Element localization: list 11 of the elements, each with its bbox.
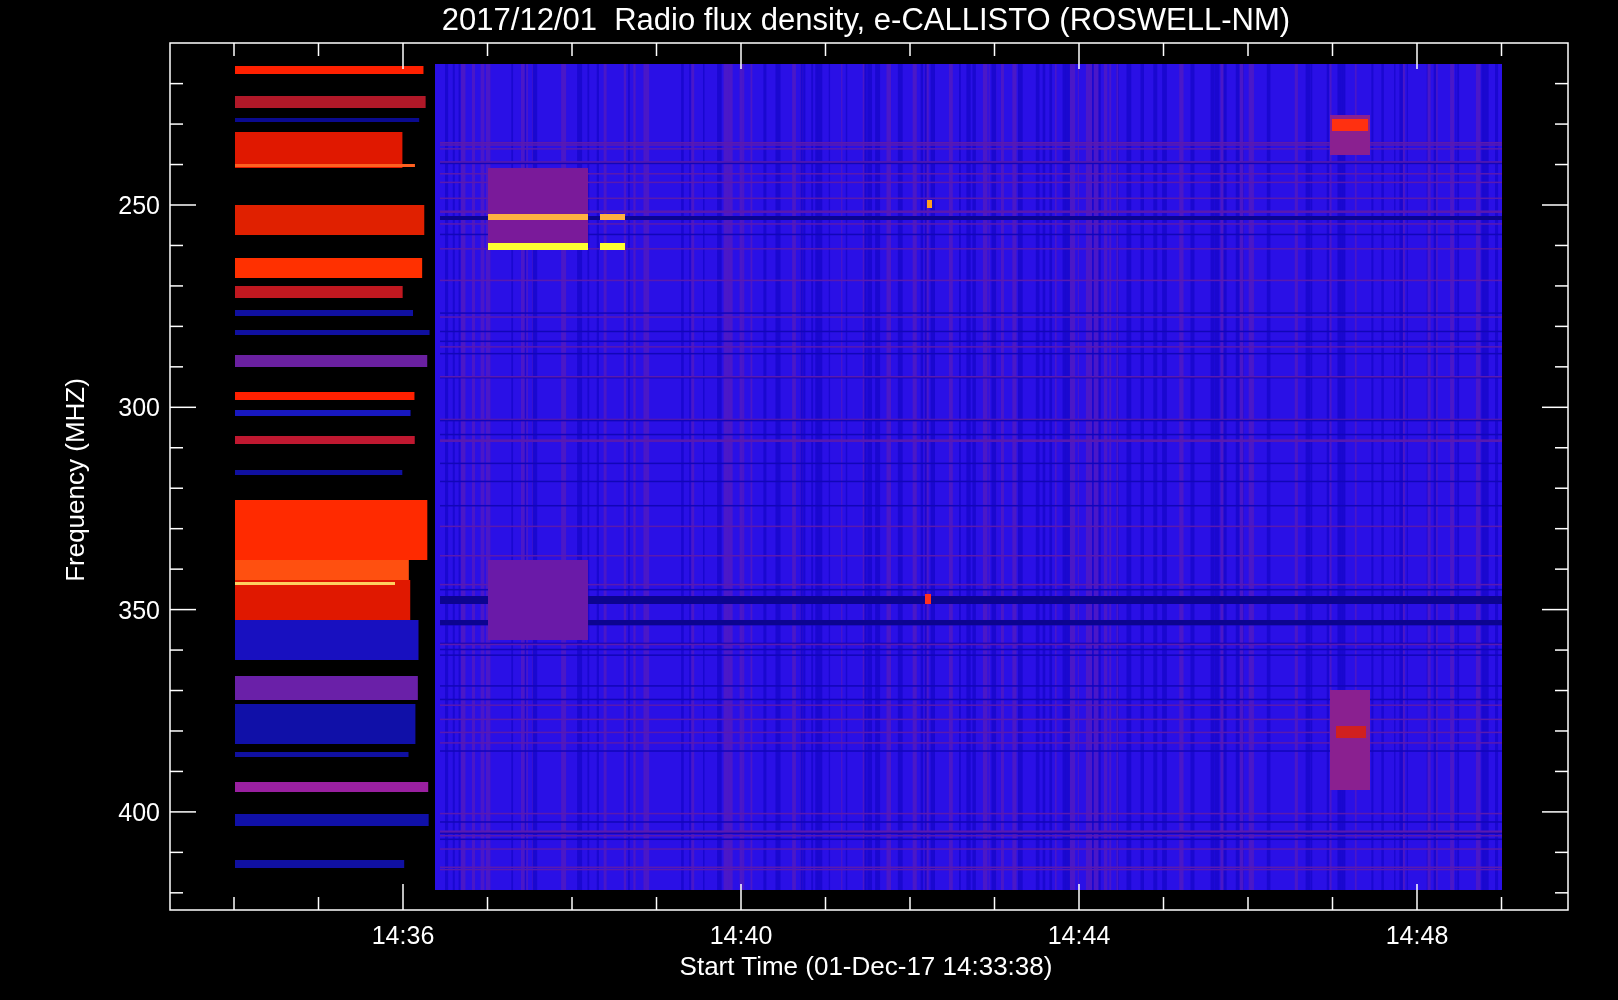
axis-tick-label: 250 (118, 191, 160, 219)
axis-tick-label: 14:36 (371, 921, 435, 949)
axis-title: Frequency (MHZ) (60, 378, 90, 582)
axis-tick-label: 14:44 (1047, 921, 1111, 949)
axis-tick-label: 350 (118, 595, 160, 624)
axis-tick-label: 14:48 (1385, 921, 1449, 949)
axis-title: Start Time (01-Dec-17 14:33:38) (679, 951, 1053, 981)
axis-tick-label: 400 (118, 797, 160, 826)
axis-tick-label: 14:40 (709, 921, 773, 949)
axis-tick-label: 300 (118, 393, 160, 422)
chart-title: 2017/12/01 Radio flux density, e-CALLISTO (ROSWELL-NM) (441, 2, 1291, 37)
